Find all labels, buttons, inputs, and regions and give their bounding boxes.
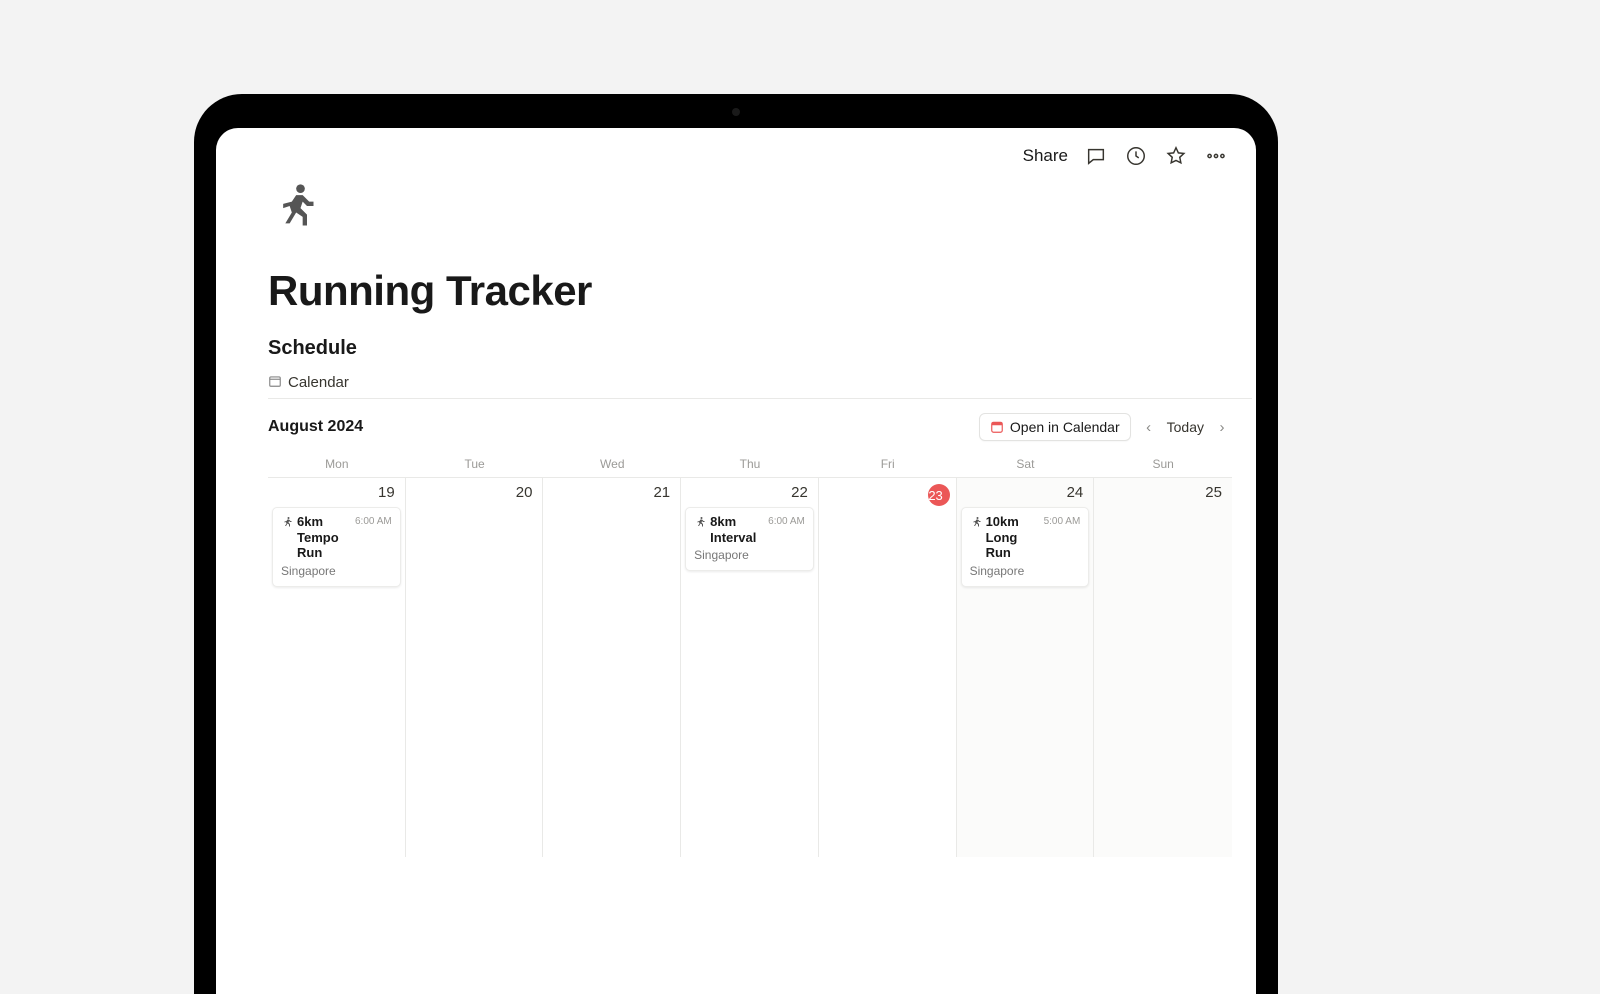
- event-title: 8km Interval: [710, 514, 764, 545]
- event-card[interactable]: 8km Interval 6:00 AM Singapore: [685, 507, 814, 571]
- event-time: 6:00 AM: [355, 516, 392, 527]
- running-icon: [694, 516, 706, 528]
- event-title: 6km Tempo Run: [297, 514, 351, 561]
- event-location: Singapore: [694, 548, 805, 562]
- page-running-icon: [268, 180, 1232, 237]
- share-button[interactable]: Share: [1023, 146, 1068, 166]
- day-cell[interactable]: 22 8km Interval 6:00 AM Singapore: [681, 478, 819, 857]
- calendar-header: August 2024 Open in Calendar ‹ Today ›: [268, 413, 1232, 441]
- event-location: Singapore: [281, 564, 392, 578]
- day-number: 24: [961, 484, 1090, 501]
- day-cell[interactable]: 21: [543, 478, 681, 857]
- view-divider: [268, 398, 1252, 399]
- calendar-app-icon: [990, 420, 1004, 434]
- weekday-label: Tue: [406, 453, 544, 475]
- weekday-label: Sun: [1094, 453, 1232, 475]
- running-icon: [281, 516, 293, 528]
- open-in-calendar-label: Open in Calendar: [1010, 419, 1120, 435]
- comment-icon[interactable]: [1084, 144, 1108, 168]
- view-tab-label: Calendar: [288, 374, 349, 391]
- weekday-header: Mon Tue Wed Thu Fri Sat Sun: [268, 453, 1232, 475]
- day-cell[interactable]: 25: [1094, 478, 1232, 857]
- day-cell[interactable]: 24 10km Long Run 5:00 AM Singapore: [957, 478, 1095, 857]
- calendar-actions: Open in Calendar ‹ Today ›: [979, 413, 1232, 441]
- calendar-grid: 19 6km Tempo Run 6:00 AM Singapore: [268, 477, 1232, 857]
- event-title: 10km Long Run: [986, 514, 1040, 561]
- day-number: 20: [410, 484, 539, 501]
- running-icon: [970, 516, 982, 528]
- day-number: 19: [272, 484, 401, 501]
- history-icon[interactable]: [1124, 144, 1148, 168]
- tablet-frame: Share Running Tracker Schedule: [194, 94, 1278, 994]
- event-card[interactable]: 10km Long Run 5:00 AM Singapore: [961, 507, 1090, 587]
- calendar-tab-icon: [268, 374, 282, 391]
- event-time: 6:00 AM: [768, 516, 805, 527]
- event-card[interactable]: 6km Tempo Run 6:00 AM Singapore: [272, 507, 401, 587]
- day-cell[interactable]: 20: [406, 478, 544, 857]
- day-number: 25: [1098, 484, 1228, 501]
- calendar-month-label: August 2024: [268, 418, 363, 436]
- page-content: Running Tracker Schedule Calendar August…: [268, 180, 1232, 994]
- day-cell[interactable]: 19 6km Tempo Run 6:00 AM Singapore: [268, 478, 406, 857]
- view-tab-calendar[interactable]: Calendar: [268, 374, 1232, 398]
- weekday-label: Thu: [681, 453, 819, 475]
- day-number: 22: [685, 484, 814, 501]
- weekday-label: Fri: [819, 453, 957, 475]
- weekday-label: Mon: [268, 453, 406, 475]
- star-icon[interactable]: [1164, 144, 1188, 168]
- next-week-button[interactable]: ›: [1212, 419, 1232, 436]
- topbar: Share: [1023, 128, 1256, 184]
- event-time: 5:00 AM: [1044, 516, 1081, 527]
- day-number-today: 23: [928, 484, 950, 506]
- today-button[interactable]: Today: [1167, 419, 1204, 435]
- open-in-calendar-button[interactable]: Open in Calendar: [979, 413, 1131, 441]
- day-cell[interactable]: 23: [819, 478, 957, 857]
- page-title: Running Tracker: [268, 267, 1232, 315]
- app-screen: Share Running Tracker Schedule: [216, 128, 1256, 994]
- weekday-label: Wed: [543, 453, 681, 475]
- day-number: 21: [547, 484, 676, 501]
- weekday-label: Sat: [957, 453, 1095, 475]
- more-icon[interactable]: [1204, 144, 1228, 168]
- tablet-camera: [732, 108, 740, 116]
- prev-week-button[interactable]: ‹: [1139, 419, 1159, 436]
- event-location: Singapore: [970, 564, 1081, 578]
- section-title: Schedule: [268, 337, 1232, 360]
